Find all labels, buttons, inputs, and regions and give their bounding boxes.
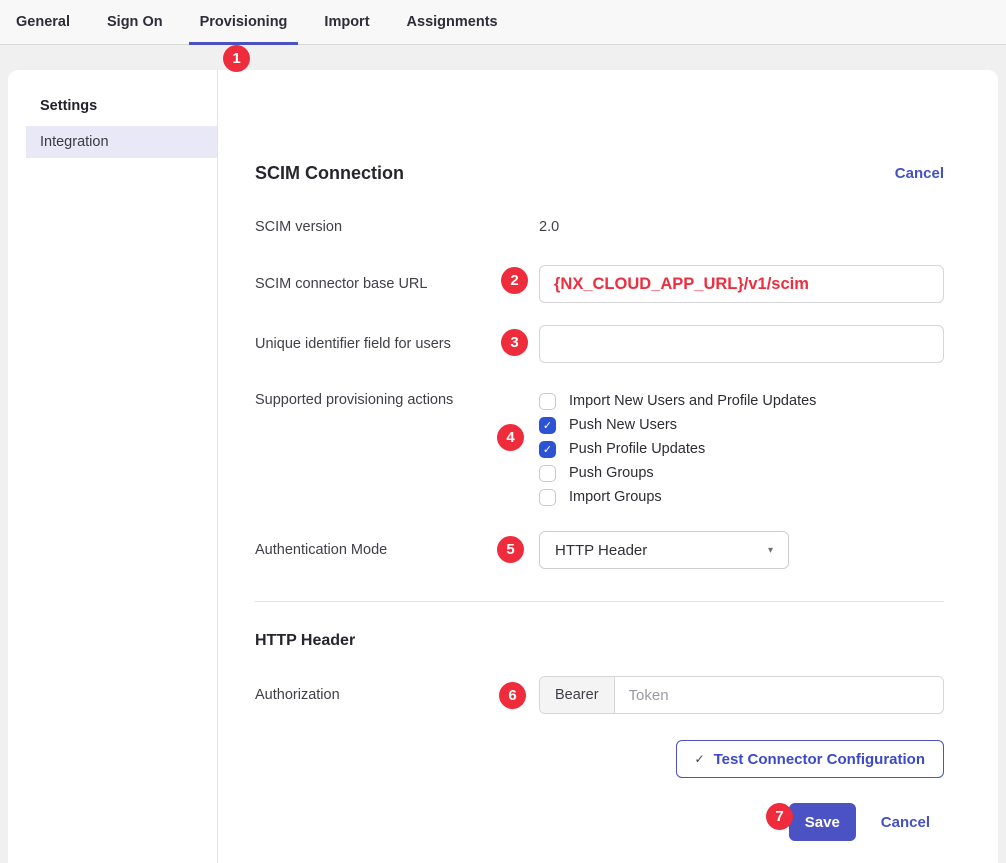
scim-version-label: SCIM version [255,219,539,235]
callout-badge-1: 1 [223,45,250,72]
scim-version-row: SCIM version 2.0 [255,217,944,237]
settings-sidebar: Settings Integration [8,70,218,863]
cancel-link-top[interactable]: Cancel [895,165,944,182]
callout-badge-6: 6 [499,682,526,709]
sidebar-item-integration[interactable]: Integration [26,126,217,158]
authentication-mode-row: Authentication Mode HTTP Header ▾ [255,531,944,569]
checkbox-icon[interactable]: ✓ [539,441,556,458]
app-tab-bar: General Sign On Provisioning Import Assi… [0,0,1006,45]
authentication-mode-value: HTTP Header [555,542,647,559]
page-title: SCIM Connection [255,163,404,184]
checkbox-label: Push New Users [569,417,677,433]
scim-connection-panel: SCIM Connection Cancel SCIM version 2.0 … [218,70,998,863]
callout-badge-3: 3 [501,329,528,356]
checkbox-label: Import New Users and Profile Updates [569,393,816,409]
authentication-mode-select[interactable]: HTTP Header ▾ [539,531,789,569]
scim-version-value: 2.0 [539,219,559,235]
checkbox-push-profile-updates[interactable]: ✓ Push Profile Updates [539,437,944,461]
authorization-label: Authorization [255,687,539,703]
tab-assignments[interactable]: Assignments [396,0,509,44]
tab-provisioning[interactable]: Provisioning [189,0,299,44]
cancel-link-bottom[interactable]: Cancel [881,814,930,831]
bearer-prefix: Bearer [540,677,615,713]
unique-identifier-row: Unique identifier field for users [255,325,944,363]
sidebar-heading: Settings [40,98,217,114]
checkbox-icon[interactable]: ✓ [539,393,556,410]
token-input[interactable] [615,677,943,713]
checkbox-icon[interactable]: ✓ [539,417,556,434]
provisioning-actions-label: Supported provisioning actions [255,389,539,408]
test-connector-configuration-button[interactable]: ✓ Test Connector Configuration [676,740,944,778]
callout-badge-7: 7 [766,803,793,830]
base-url-row: SCIM connector base URL [255,265,944,303]
unique-identifier-input[interactable] [539,325,944,363]
test-connector-configuration-label: Test Connector Configuration [714,751,925,768]
callout-badge-5: 5 [497,536,524,563]
authorization-row: Authorization Bearer [255,676,944,714]
checkbox-label: Push Groups [569,465,654,481]
base-url-input[interactable] [539,265,944,303]
sidebar-item-label: Integration [40,134,109,150]
tab-sign-on[interactable]: Sign On [96,0,174,44]
checkbox-icon[interactable]: ✓ [539,465,556,482]
checkbox-import-new-users[interactable]: ✓ Import New Users and Profile Updates [539,389,944,413]
unique-identifier-label: Unique identifier field for users [255,336,539,352]
checkbox-label: Push Profile Updates [569,441,705,457]
checkbox-push-new-users[interactable]: ✓ Push New Users [539,413,944,437]
checkbox-push-groups[interactable]: ✓ Push Groups [539,461,944,485]
section-divider [255,601,944,602]
checkbox-import-groups[interactable]: ✓ Import Groups [539,485,944,509]
check-icon: ✓ [695,752,705,766]
save-button[interactable]: Save [789,803,856,841]
provisioning-card: Settings Integration SCIM Connection Can… [8,70,998,863]
callout-badge-2: 2 [501,267,528,294]
checkbox-label: Import Groups [569,489,662,505]
callout-badge-4: 4 [497,424,524,451]
chevron-down-icon: ▾ [768,545,773,556]
base-url-label: SCIM connector base URL [255,276,539,292]
authorization-input-group: Bearer [539,676,944,714]
tab-general[interactable]: General [5,0,81,44]
checkbox-icon[interactable]: ✓ [539,489,556,506]
http-header-section-heading: HTTP Header [255,632,944,650]
tab-import[interactable]: Import [313,0,380,44]
provisioning-actions-row: Supported provisioning actions ✓ Import … [255,389,944,509]
